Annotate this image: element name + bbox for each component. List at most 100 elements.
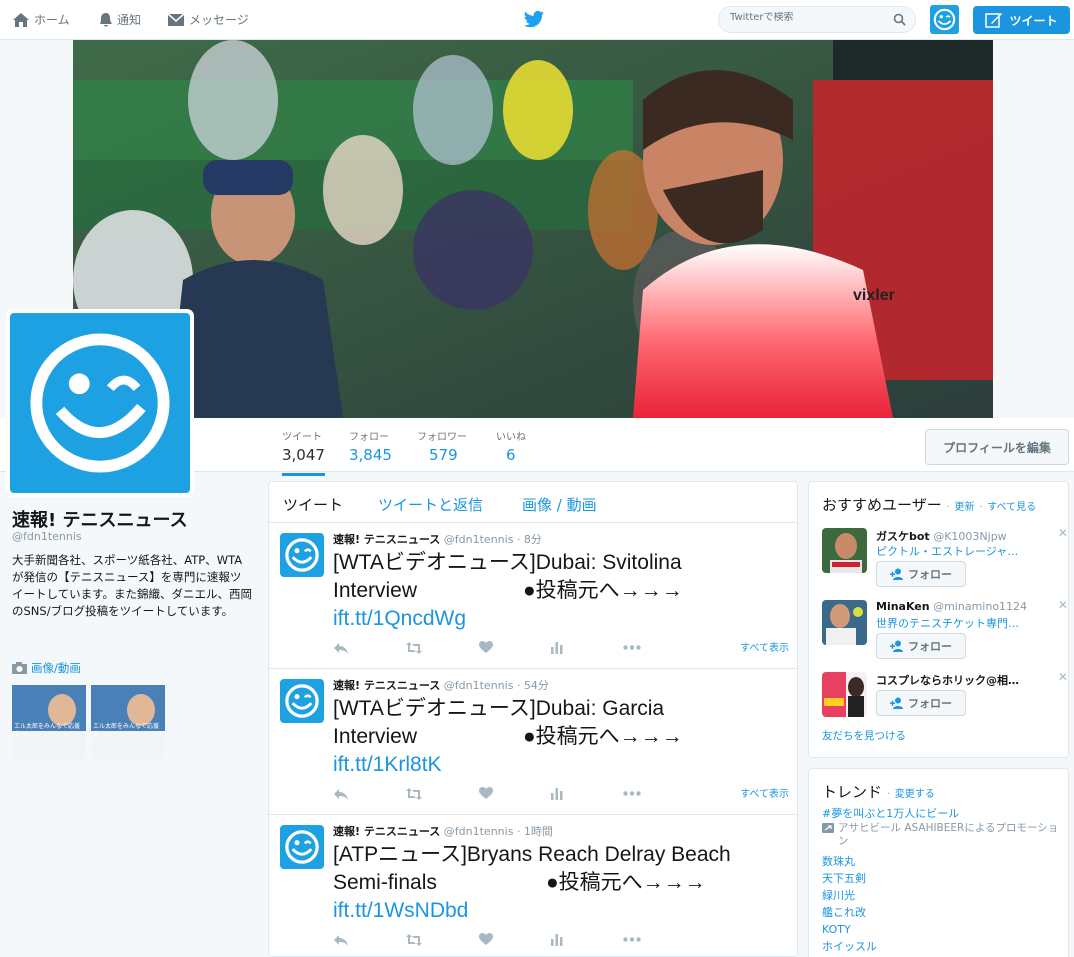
- twitter-bird-logo-icon[interactable]: [523, 10, 545, 30]
- search-input[interactable]: [730, 12, 890, 23]
- timeline-tabs: ツイート ツイートと返信 画像 / 動画: [269, 482, 797, 523]
- suggested-user-name-line[interactable]: ガスケbot @K1003Njpw: [876, 528, 1007, 544]
- tab-tweets-and-replies[interactable]: ツイートと返信: [378, 494, 483, 515]
- timeline: ツイート ツイートと返信 画像 / 動画 速報! テニスニュース @fdn1te…: [268, 481, 798, 957]
- trend-item[interactable]: 艦これ改: [822, 904, 1062, 921]
- tweet-author-handle[interactable]: @fdn1tennis: [444, 533, 514, 546]
- suggested-user-name-line[interactable]: コスプレならホリック@相…: [876, 672, 1019, 688]
- nav-home[interactable]: ホーム: [12, 11, 70, 28]
- suggested-user-avatar[interactable]: [822, 672, 867, 717]
- analytics-icon[interactable]: [551, 641, 563, 654]
- like-heart-icon[interactable]: [479, 933, 493, 946]
- retweet-icon[interactable]: [405, 933, 423, 947]
- suggested-user-avatar[interactable]: [822, 600, 867, 645]
- notifications-bell-icon: [100, 12, 112, 26]
- view-all-link[interactable]: すべて見る: [987, 502, 1036, 513]
- dismiss-close-icon[interactable]: ✕: [1058, 526, 1068, 540]
- profile-avatar[interactable]: [6, 309, 194, 497]
- promoted-trend[interactable]: #夢を叫ぶと1万人にビール: [822, 805, 1062, 822]
- like-heart-icon[interactable]: [479, 787, 493, 800]
- retweet-icon[interactable]: [405, 787, 423, 801]
- suggested-user-name-line[interactable]: MinaKen @minamino1124: [876, 600, 1027, 613]
- change-trends-link[interactable]: 変更する: [895, 789, 935, 800]
- suggested-user-name: MinaKen: [876, 600, 930, 613]
- more-options-icon[interactable]: [623, 937, 641, 942]
- tweet-author-handle[interactable]: @fdn1tennis: [444, 825, 514, 838]
- photos-videos-link[interactable]: 画像/動画: [12, 660, 81, 676]
- tab-photos-videos[interactable]: 画像 / 動画: [522, 494, 597, 515]
- media-thumbnail[interactable]: エル太郎をみんなで応援会: [91, 685, 165, 759]
- tweet-link[interactable]: ift.tt/1WsNDbd: [333, 897, 793, 925]
- tweet-item[interactable]: 速報! テニスニュース @fdn1tennis · 8分 [WTAビデオニュース…: [269, 523, 797, 669]
- trends-card: トレンド · 変更する #夢を叫ぶと1万人にビール アサヒビール ASAHIBE…: [808, 768, 1069, 957]
- tweet-author-name[interactable]: 速報! テニスニュース: [333, 679, 440, 692]
- tweet-actions: [333, 641, 793, 659]
- show-all-link[interactable]: すべて表示: [740, 785, 789, 800]
- follow-button[interactable]: フォロー: [876, 633, 966, 659]
- tweet-avatar[interactable]: [280, 533, 324, 577]
- stat-tweets[interactable]: ツイート 3,047: [282, 428, 325, 476]
- suggested-user-avatar[interactable]: [822, 528, 867, 573]
- dismiss-close-icon[interactable]: ✕: [1058, 598, 1068, 612]
- tweet-avatar[interactable]: [280, 825, 324, 869]
- tweet-item[interactable]: 速報! テニスニュース @fdn1tennis · 54分 [WTAビデオニュー…: [269, 669, 797, 815]
- more-options-icon[interactable]: [623, 645, 641, 650]
- reply-icon[interactable]: [333, 787, 349, 801]
- tweet-avatar[interactable]: [280, 679, 324, 723]
- tweet-actions: [333, 787, 793, 805]
- separator-dot: ·: [886, 789, 890, 800]
- suggested-user-context[interactable]: ピクトル・エストレージャ…: [876, 543, 1048, 559]
- profile-handle[interactable]: @fdn1tennis: [12, 530, 82, 543]
- tweet-author-name[interactable]: 速報! テニスニュース: [333, 533, 440, 546]
- smiley-avatar-icon: [285, 830, 319, 864]
- reply-icon[interactable]: [333, 641, 349, 655]
- trends-heading: トレンド · 変更する: [822, 781, 935, 802]
- find-friends-link[interactable]: 友だちを見つける: [822, 728, 906, 743]
- tweet-header: 速報! テニスニュース @fdn1tennis · 8分: [333, 531, 542, 547]
- analytics-icon[interactable]: [551, 787, 563, 800]
- trend-item[interactable]: ホイッスル: [822, 938, 1062, 955]
- media-thumbnail[interactable]: エル太郎をみんなで応援会: [12, 685, 86, 759]
- tennis-player-header-image: vixler: [73, 40, 993, 418]
- nav-notifications[interactable]: 通知: [97, 11, 141, 28]
- dismiss-close-icon[interactable]: ✕: [1058, 670, 1068, 684]
- compose-tweet-button[interactable]: ツイート: [973, 6, 1070, 34]
- stat-likes[interactable]: いいね 6: [496, 428, 526, 464]
- trend-item[interactable]: 天下五剣: [822, 870, 1062, 887]
- trend-item[interactable]: KOTY: [822, 921, 1062, 938]
- edit-profile-button[interactable]: プロフィールを編集: [925, 429, 1069, 465]
- follow-button[interactable]: フォロー: [876, 690, 966, 716]
- analytics-icon[interactable]: [551, 933, 563, 946]
- smiley-avatar-icon: [285, 684, 319, 718]
- search-icon[interactable]: [893, 13, 906, 26]
- tweet-author-handle[interactable]: @fdn1tennis: [444, 679, 514, 692]
- compose-tweet-label: ツイート: [1009, 13, 1058, 28]
- trend-item[interactable]: 緑川光: [822, 887, 1062, 904]
- follow-button[interactable]: フォロー: [876, 561, 966, 587]
- like-heart-icon[interactable]: [479, 641, 493, 654]
- account-avatar[interactable]: [930, 5, 959, 34]
- suggested-user-context[interactable]: 世界のテニスチケット専門…: [876, 615, 1048, 631]
- retweet-icon[interactable]: [405, 641, 423, 655]
- stat-following[interactable]: フォロー 3,845: [349, 428, 392, 464]
- profile-name[interactable]: 速報! テニスニュース: [12, 506, 188, 532]
- tweet-text-line: ●投稿元へ→→→: [523, 725, 683, 748]
- media-thumbnail-image: [12, 685, 86, 759]
- tweet-header: 速報! テニスニュース @fdn1tennis · 54分: [333, 677, 549, 693]
- refresh-link[interactable]: 更新: [954, 502, 974, 513]
- tweet-timestamp[interactable]: · 1時間: [517, 825, 553, 838]
- stat-followers[interactable]: フォロワー 579: [417, 428, 467, 464]
- tweet-link[interactable]: ift.tt/1Krl8tK: [333, 751, 793, 779]
- add-user-icon: [890, 640, 903, 652]
- reply-icon[interactable]: [333, 933, 349, 947]
- more-options-icon[interactable]: [623, 791, 641, 796]
- tweet-timestamp[interactable]: · 8分: [517, 533, 542, 546]
- tweet-item[interactable]: 速報! テニスニュース @fdn1tennis · 1時間 [ATPニュース]B…: [269, 815, 797, 956]
- show-all-link[interactable]: すべて表示: [740, 639, 789, 654]
- tweet-timestamp[interactable]: · 54分: [517, 679, 549, 692]
- tab-tweets[interactable]: ツイート: [283, 494, 343, 515]
- nav-messages[interactable]: メッセージ: [167, 11, 249, 28]
- tweet-author-name[interactable]: 速報! テニスニュース: [333, 825, 440, 838]
- tweet-link[interactable]: ift.tt/1QncdWg: [333, 605, 793, 633]
- trend-item[interactable]: 数珠丸: [822, 853, 1062, 870]
